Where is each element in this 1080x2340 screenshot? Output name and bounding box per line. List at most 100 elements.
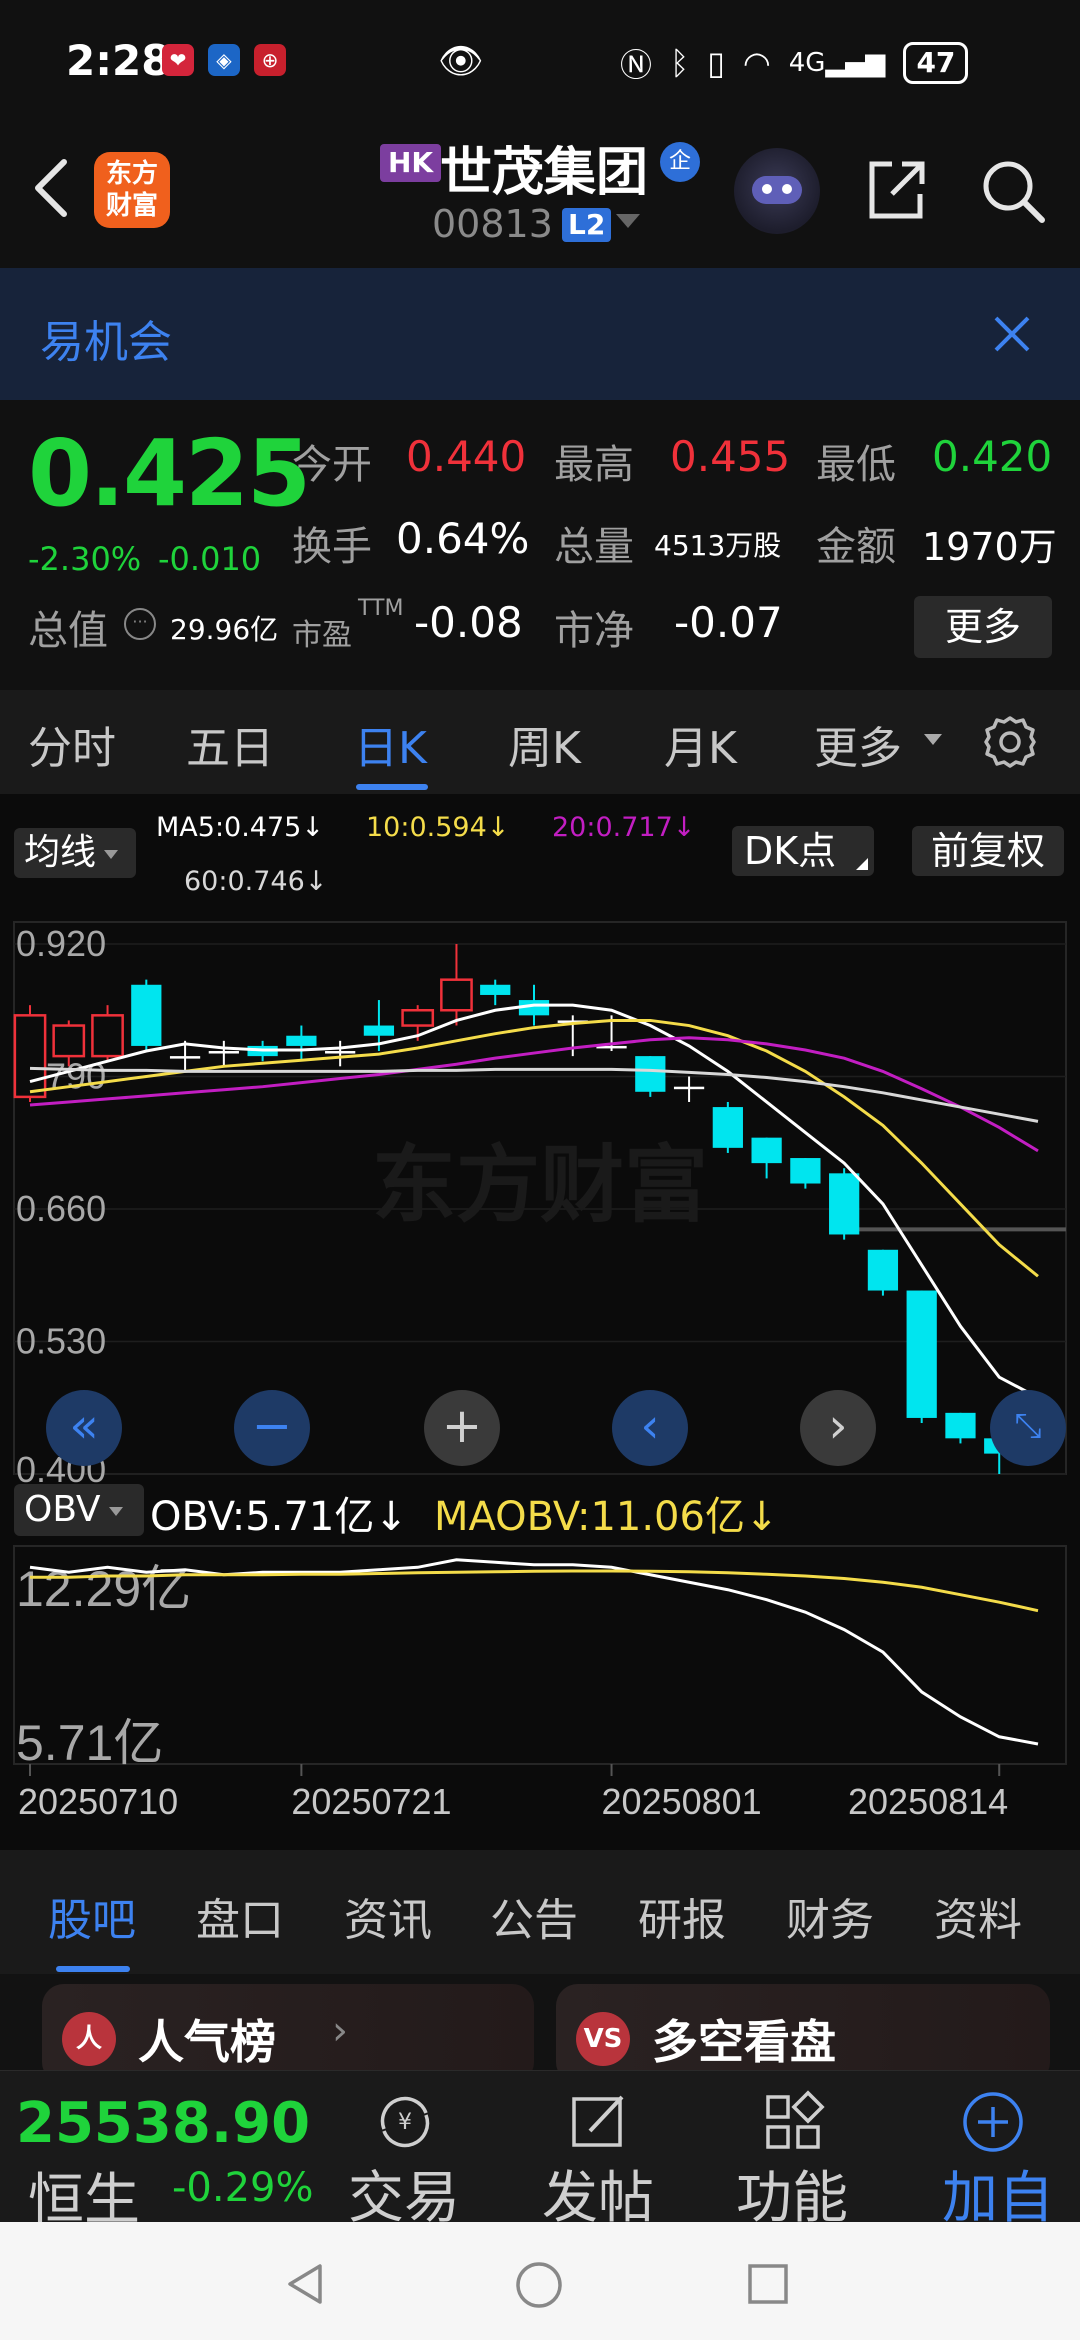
promo-banner[interactable]: 易机会 — [0, 268, 1080, 400]
zoom-in-button[interactable]: + — [424, 1390, 500, 1466]
period-tabs: 分时 五日 日K 周K 月K 更多 — [0, 690, 1080, 794]
nfc-icon: Ⓝ — [620, 46, 653, 84]
candle-body — [401, 1009, 435, 1027]
tab-more-periods[interactable]: 更多 — [814, 712, 902, 776]
tab-profile[interactable]: 资料 — [934, 1884, 1022, 1948]
tab-guba[interactable]: 股吧 — [48, 1884, 136, 1948]
open-label: 今开 — [292, 442, 372, 488]
pb-value: -0.07 — [674, 598, 783, 647]
chevron-right-icon: › — [332, 2008, 348, 2054]
more-dots-icon[interactable]: ··· — [124, 608, 156, 640]
tab-finance[interactable]: 财务 — [786, 1884, 874, 1948]
quote-more-button[interactable]: 更多 — [914, 596, 1052, 658]
candle-body — [131, 984, 162, 1046]
tab-announcements[interactable]: 公告 — [490, 1884, 578, 1948]
pe-label: 市盈 — [292, 618, 352, 653]
nav-functions[interactable]: 功能 — [722, 2071, 862, 2231]
watermark-logo: 东方财富 — [372, 1136, 708, 1234]
back-icon[interactable] — [24, 148, 84, 228]
kline-chart-area[interactable]: 0.920 0.790 0.660 0.530 0.400 东方财富 12.29亿 5.71亿… — [0, 794, 1080, 1850]
popularity-card[interactable]: 人 人气榜 › — [42, 1984, 534, 2084]
high-label: 最高 — [554, 442, 634, 488]
high-value: 0.455 — [670, 432, 791, 481]
candle-body — [480, 984, 511, 995]
nav-add-watchlist[interactable]: 加自选 — [916, 2071, 1080, 2312]
tab-order-book[interactable]: 盘口 — [196, 1884, 284, 1948]
tab-research[interactable]: 研报 — [638, 1884, 726, 1948]
candle-body — [906, 1290, 937, 1418]
maobv-legend: MAOBV:11.06亿↓ — [434, 1494, 779, 1540]
app-logo: 东方 财富 — [94, 152, 170, 228]
ma5-legend: MA5:0.475↓ — [156, 812, 324, 843]
banner-text: 易机会 — [40, 317, 172, 368]
fullscreen-button[interactable]: ⤡ — [990, 1390, 1066, 1466]
change-amount: -0.010 — [158, 540, 262, 578]
candle-body — [440, 978, 473, 1012]
eye-icon: 👁 — [438, 41, 484, 82]
ai-assistant-avatar[interactable] — [734, 148, 820, 234]
enterprise-badge: 企 — [660, 142, 700, 182]
open-value: 0.440 — [406, 432, 527, 481]
zoom-out-button[interactable]: − — [234, 1390, 310, 1466]
nav-home-icon[interactable] — [514, 2260, 564, 2310]
market-cap-value: 29.96亿 — [170, 613, 279, 646]
tab-intraday[interactable]: 分时 — [28, 712, 116, 776]
dk-point-button[interactable]: DK点 — [732, 826, 874, 876]
chevron-down-icon — [924, 734, 942, 745]
tab-monthly-k[interactable]: 月K — [664, 712, 737, 776]
nav-post[interactable]: 发帖 — [528, 2071, 668, 2231]
edit-icon — [572, 2095, 624, 2147]
tab-five-day[interactable]: 五日 — [186, 712, 274, 776]
jump-start-button[interactable]: « — [46, 1390, 122, 1466]
ma60-legend: 60:0.746↓ — [184, 866, 328, 897]
chevron-down-icon — [104, 849, 119, 859]
wifi-icon: ◠ — [742, 44, 771, 82]
tab-weekly-k[interactable]: 周K — [508, 712, 581, 776]
pe-value: -0.08 — [414, 598, 523, 647]
hang-seng-change: -0.29% — [172, 2165, 314, 2211]
nav-recents-icon[interactable] — [746, 2262, 790, 2306]
candle-body — [751, 1137, 782, 1164]
scroll-right-button[interactable]: › — [800, 1390, 876, 1466]
scroll-left-button[interactable]: ‹ — [612, 1390, 688, 1466]
candle-body — [363, 1025, 395, 1036]
trade-icon: ¥ — [380, 2096, 430, 2148]
chevron-down-icon[interactable] — [616, 214, 640, 228]
search-icon[interactable] — [978, 156, 1048, 226]
stock-code[interactable]: 00813 — [432, 202, 553, 246]
obv-legend: OBV:5.71亿↓ — [150, 1494, 408, 1540]
level2-badge: L2 — [562, 208, 612, 242]
gear-icon[interactable] — [980, 712, 1040, 772]
status-bar: 2:28 ❤ ◈ ⊕ 👁 Ⓝ ᛒ ▯ ◠ 4G▂▄▆ 47 — [0, 0, 1080, 120]
nav-trade[interactable]: ¥ 交易 — [334, 2071, 474, 2231]
candle-body — [867, 1249, 899, 1291]
last-price: 0.425 — [28, 420, 311, 527]
bottom-nav: 25538.90 恒生 -0.29% ¥ 交易 发帖 功能 加自 — [0, 2070, 1080, 2312]
adjustment-button[interactable]: 前复权 — [912, 826, 1064, 876]
notification-icons: ❤ ◈ ⊕ — [162, 44, 286, 76]
tab-daily-k[interactable]: 日K — [354, 712, 427, 776]
obv-indicator-select[interactable]: OBV — [14, 1484, 144, 1536]
candle-body — [945, 1412, 976, 1439]
candle-body — [790, 1158, 821, 1184]
status-time: 2:28 — [66, 36, 171, 85]
candle-body — [325, 1051, 356, 1054]
system-indicators: Ⓝ ᛒ ▯ ◠ 4G▂▄▆ 47 — [620, 40, 969, 86]
ma10-legend: 10:0.594↓ — [366, 812, 510, 843]
nav-back-icon[interactable] — [284, 2262, 328, 2306]
candle-body — [169, 1056, 201, 1059]
candle-body — [13, 1014, 47, 1099]
price-tick-label: 0.660 — [16, 1188, 106, 1229]
ma-indicator-select[interactable]: 均线 — [14, 828, 136, 878]
vibrate-icon: ▯ — [707, 44, 725, 82]
tab-news[interactable]: 资讯 — [344, 1884, 432, 1948]
bull-bear-card[interactable]: VS 多空看盘 — [556, 1984, 1050, 2084]
close-icon[interactable] — [988, 310, 1036, 358]
share-icon[interactable] — [862, 156, 930, 224]
kline-chart-svg[interactable]: 0.9200.7900.6600.5300.400东方财富12.29亿5.71亿… — [0, 794, 1080, 1850]
candle-body — [829, 1173, 860, 1235]
volume-value: 4513万股 — [654, 529, 782, 562]
date-tick-label: 20250710 — [18, 1781, 178, 1822]
turnover-label: 换手 — [292, 524, 372, 570]
info-tabs: 股吧 盘口 资讯 公告 研报 财务 资料 — [0, 1850, 1080, 1974]
